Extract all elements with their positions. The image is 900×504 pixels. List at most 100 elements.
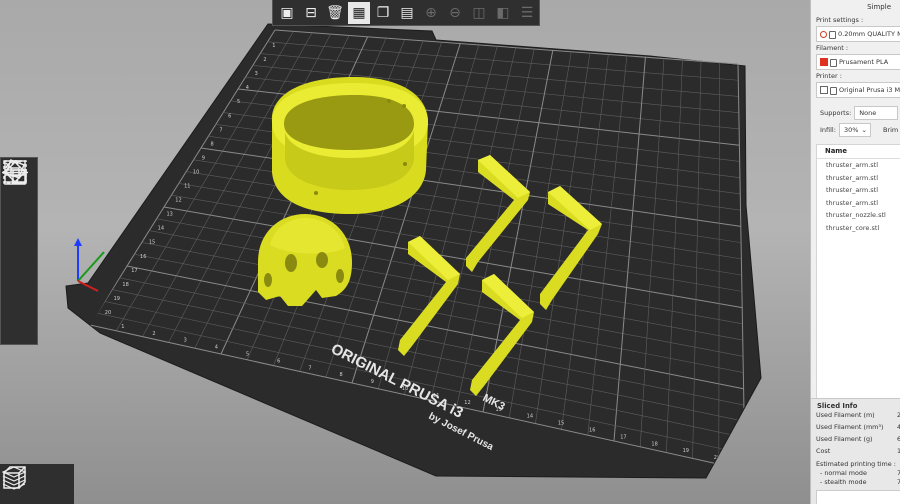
infill-label: Infill: <box>820 126 836 134</box>
used-filament-mm3-label: Used Filament (mm³) <box>816 423 884 431</box>
list-item[interactable]: thruster_core.stl <box>817 222 900 235</box>
model-thruster-core[interactable] <box>258 214 352 306</box>
ruler-number: 20 <box>105 310 111 316</box>
list-item[interactable]: thruster_arm.stl <box>817 184 900 197</box>
ruler-number: 5 <box>246 352 249 358</box>
ruler-number: 4 <box>215 345 218 351</box>
ruler-number: 8 <box>340 372 343 378</box>
ruler-number: 15 <box>558 421 564 427</box>
delete-icon[interactable]: ⊟ <box>300 2 322 24</box>
printer-icon <box>820 86 828 94</box>
ruler-number: 16 <box>140 254 146 260</box>
ruler-number: 12 <box>464 400 470 406</box>
plater-scene[interactable]: 1122334455667788991010111112121313141415… <box>0 0 810 504</box>
cost-label: Cost <box>816 447 831 455</box>
mode-label[interactable]: Simple <box>811 0 900 12</box>
ruler-number: 5 <box>237 99 240 105</box>
copy-icon[interactable]: ❐ <box>372 2 394 24</box>
sliced-info-title: Sliced Info <box>817 402 858 410</box>
paste-icon[interactable]: ▤ <box>396 2 418 24</box>
print-settings-label: Print settings : <box>816 16 864 24</box>
ruler-number: 6 <box>228 113 231 119</box>
cut-icon[interactable] <box>1 160 37 338</box>
split-objects-icon[interactable]: ◫ <box>468 2 490 24</box>
list-item[interactable]: thruster_arm.stl <box>817 172 900 185</box>
filament-color-swatch <box>820 58 828 66</box>
place-on-face-icon[interactable] <box>1 159 37 302</box>
lock-icon <box>830 87 837 95</box>
layers-editing-icon[interactable]: ☰ <box>516 2 538 24</box>
ruler-number: 9 <box>371 379 374 385</box>
ruler-number: 9 <box>202 155 205 161</box>
ruler-number: 8 <box>211 141 214 147</box>
ruler-number: 12 <box>175 198 181 204</box>
arrange-icon[interactable]: ▦ <box>348 1 370 24</box>
printer-label: Printer : <box>816 72 842 80</box>
ruler-number: 18 <box>651 441 657 447</box>
ruler-number: 6 <box>277 358 280 364</box>
filament-combo[interactable]: Prusament PLA <box>816 54 900 70</box>
used-filament-m-label: Used Filament (m) <box>816 411 875 419</box>
list-item[interactable]: thruster_arm.stl <box>817 159 900 172</box>
chevron-down-icon: ⌄ <box>861 126 867 134</box>
ruler-number: 17 <box>620 434 626 440</box>
list-item[interactable]: thruster_nozzle.stl <box>817 209 900 222</box>
view-buttons <box>0 464 74 504</box>
ruler-number: 3 <box>184 338 187 344</box>
top-toolbar: ▣ ⊟ 🗑 ▦ ❐ ▤ ⊕ ⊖ ◫ ◧ ☰ <box>272 0 540 26</box>
infill-select[interactable]: 30% ⌄ <box>838 123 871 137</box>
stealth-mode-label: - stealth mode <box>820 478 867 486</box>
ruler-number: 1 <box>272 43 275 49</box>
remove-instance-icon[interactable]: ⊖ <box>444 2 466 24</box>
ruler-number: 11 <box>184 184 190 190</box>
gear-icon <box>820 30 827 38</box>
export-area <box>816 490 900 504</box>
left-toolbar <box>0 157 38 345</box>
supports-select[interactable]: None <box>854 106 899 120</box>
ruler-number: 14 <box>158 226 164 232</box>
print-settings-value: 0.20mm QUALITY M <box>838 30 900 38</box>
ruler-number: 19 <box>683 448 689 454</box>
brim-label: Brim <box>882 126 899 134</box>
scale-icon[interactable] <box>1 160 37 230</box>
used-filament-g-label: Used Filament (g) <box>816 435 873 443</box>
lock-icon <box>829 31 836 39</box>
preview-icon[interactable] <box>1 464 72 504</box>
supports-label: Supports: <box>820 109 852 117</box>
sidebar: Simple Print settings : 0.20mm QUALITY M… <box>810 0 900 504</box>
filament-value: Prusament PLA <box>839 58 889 66</box>
printer-value: Original Prusa i3 MK <box>839 86 900 94</box>
ruler-number: 18 <box>122 282 128 288</box>
model-thruster-nozzle[interactable] <box>271 76 428 214</box>
ruler-number: 10 <box>193 169 199 175</box>
normal-mode-label: - normal mode <box>820 469 867 477</box>
add-instance-icon[interactable]: ⊕ <box>420 2 442 24</box>
ruler-number: 7 <box>308 365 311 371</box>
ruler-number: 3 <box>255 71 258 77</box>
ruler-number: 17 <box>131 268 137 274</box>
ruler-number: 13 <box>166 212 172 218</box>
ruler-number: 19 <box>114 296 120 302</box>
3d-viewport[interactable]: 1 1 2 2 3 3 4 4 5 5 6 6 7 7 8 8 9 9 10 10 11 11 12 12 13 13 14 14 15… <box>0 0 810 504</box>
ruler-number: 1 <box>121 324 124 330</box>
list-item[interactable]: thruster_arm.stl <box>817 197 900 210</box>
ruler-number: 2 <box>152 331 155 337</box>
object-list-header[interactable]: Name <box>817 145 900 159</box>
filament-label: Filament : <box>816 44 849 52</box>
lock-icon <box>830 59 837 67</box>
object-list: Name thruster_arm.stl thruster_arm.stl t… <box>816 144 900 400</box>
ruler-number: 4 <box>246 85 249 91</box>
ruler-number: 7 <box>219 127 222 133</box>
add-icon[interactable]: ▣ <box>276 2 298 24</box>
print-settings-combo[interactable]: 0.20mm QUALITY M <box>816 26 900 42</box>
ruler-number: 14 <box>527 414 533 420</box>
est-time-label: Estimated printing time : <box>816 460 896 468</box>
delete-all-icon[interactable]: 🗑 <box>324 2 346 24</box>
rotate-icon[interactable] <box>1 160 37 266</box>
ruler-number: 2 <box>263 57 266 63</box>
ruler-number: 16 <box>589 427 595 433</box>
infill-value: 30% <box>843 126 859 134</box>
ruler-number: 15 <box>149 240 155 246</box>
printer-combo[interactable]: Original Prusa i3 MK <box>816 82 900 98</box>
split-parts-icon[interactable]: ◧ <box>492 2 514 24</box>
